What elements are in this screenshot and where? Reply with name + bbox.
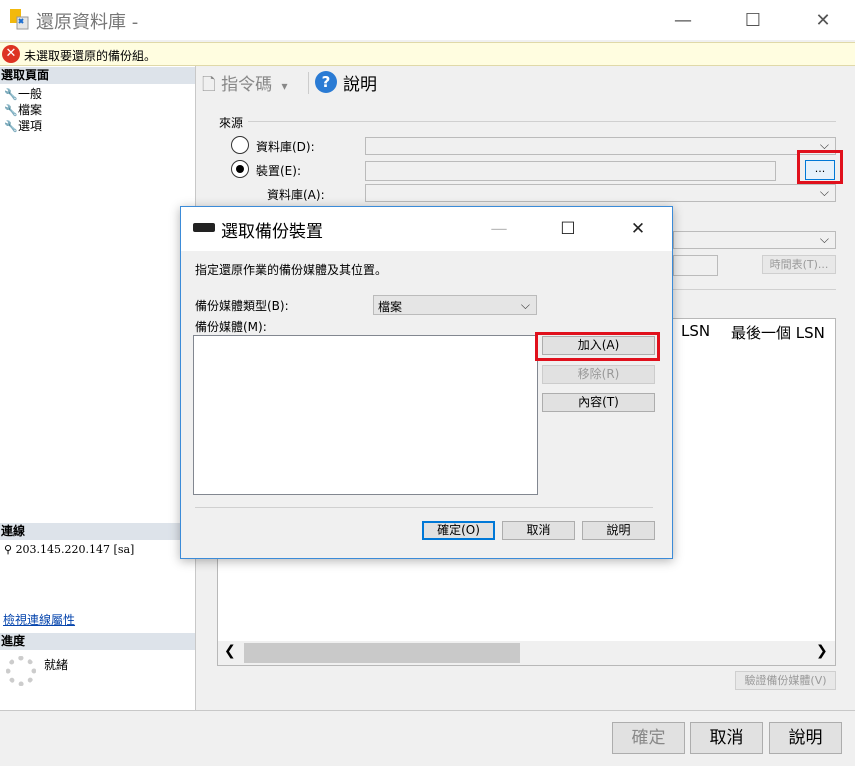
database-radio-label: 資料庫(D): [256,140,315,154]
page-label: 檔案 [18,103,43,117]
error-message-bar: ✕ 未選取要還原的備份組。 [0,42,855,66]
chevron-right-icon[interactable]: ❯ [816,643,828,659]
device-radio-label: 裝置(E): [256,164,301,178]
media-type-combo[interactable]: 檔案 ⌵ [373,295,537,315]
media-type-value: 檔案 [378,300,403,314]
toolbar-separator [308,72,309,94]
contents-button[interactable]: 內容(T) [542,393,655,412]
window-title-bar: 還原資料庫 - — ☐ ✕ [0,0,855,40]
source-database-combo[interactable]: ⌵ [365,184,836,202]
chevron-down-icon: ⌵ [819,185,829,199]
device-radio[interactable] [231,160,249,178]
dialog-cancel-button[interactable]: 取消 [502,521,575,540]
help-footer-button[interactable]: 說明 [769,722,842,754]
server-icon: ⚲ [4,543,13,556]
restore-to-field [673,255,718,276]
maximize-button[interactable]: ☐ [730,6,776,34]
script-button[interactable]: 🗋 指令碼 ▾ [202,70,288,101]
media-list-label: 備份媒體(M): [195,320,267,334]
dialog-divider [195,507,653,508]
dialog-minimize-button: — [490,219,508,239]
error-message: 未選取要還原的備份組。 [24,49,157,63]
connection-header: 連線 [0,523,195,540]
help-button[interactable]: 說明 [343,70,377,95]
wrench-icon: 🔧 [4,88,18,101]
grid-column-header[interactable]: LSN [681,322,710,340]
dialog-title-bar: 選取備份裝置 — ☐ ✕ [181,207,672,251]
section-divider [248,121,836,122]
close-button[interactable]: ✕ [800,6,846,34]
page-label: 一般 [18,87,43,101]
wrench-icon: 🔧 [4,120,18,133]
page-item-options[interactable]: 🔧選項 [4,117,42,134]
chevron-down-icon: ⌵ [819,232,829,246]
ok-button[interactable]: 確定 [612,722,685,754]
view-connection-properties-link[interactable]: 檢視連線屬性 [3,611,75,628]
destination-database-combo[interactable]: ⌵ [673,231,836,249]
chevron-down-icon: ▾ [281,79,288,93]
media-type-label: 備份媒體類型(B): [195,299,289,313]
scrollbar-thumb[interactable] [244,643,520,663]
dialog-description: 指定還原作業的備份媒體及其位置。 [195,263,388,277]
dialog-help-button[interactable]: 說明 [582,521,655,540]
progress-spinner-icon [6,656,36,686]
highlight-box [797,150,843,184]
dialog-maximize-button[interactable]: ☐ [548,215,588,243]
connection-server: ⚲ 203.145.220.147 [sa] [4,543,134,556]
page-item-general[interactable]: 🔧一般 [4,85,42,102]
wrench-icon: 🔧 [4,104,18,117]
script-icon: 🗋 [202,75,216,95]
grid-column-header[interactable]: 最後一個 LSN [731,322,825,343]
verify-backup-media-button[interactable]: 驗證備份媒體(V) [735,671,836,690]
horizontal-scrollbar[interactable]: ❮ ❯ [218,641,835,665]
help-icon[interactable]: ? [315,71,337,93]
cancel-button[interactable]: 取消 [690,722,763,754]
chevron-down-icon: ⌵ [520,298,530,312]
page-item-files[interactable]: 🔧檔案 [4,101,42,118]
connection-server-text: 203.145.220.147 [sa] [15,543,135,556]
page-label: 選項 [18,119,43,133]
dialog-ok-button[interactable]: 確定(O) [422,521,495,540]
select-backup-device-dialog: 選取備份裝置 — ☐ ✕ 指定還原作業的備份媒體及其位置。 備份媒體類型(B):… [180,206,673,559]
tape-device-icon [193,223,215,232]
source-section-label: 來源 [219,116,244,130]
remove-media-button[interactable]: 移除(R) [542,365,655,384]
restore-database-icon [10,9,29,30]
chevron-left-icon[interactable]: ❮ [224,643,236,659]
script-label: 指令碼 [221,75,273,95]
database-radio[interactable] [231,136,249,154]
database-combo: ⌵ [365,137,836,155]
dialog-close-button[interactable]: ✕ [618,215,658,243]
progress-header: 進度 [0,633,195,650]
progress-status: 就緒 [44,658,69,672]
window-title: 還原資料庫 - [36,12,139,33]
timeline-button[interactable]: 時間表(T)... [762,255,836,274]
section-divider [673,289,836,290]
source-database-label: 資料庫(A): [267,188,325,202]
device-path-field[interactable] [365,161,776,181]
select-page-header: 選取頁面 [0,67,195,84]
backup-media-list[interactable] [193,335,538,495]
highlight-box [535,332,660,361]
error-icon: ✕ [2,45,20,63]
minimize-button[interactable]: — [660,6,706,34]
dialog-title: 選取備份裝置 [221,222,323,242]
